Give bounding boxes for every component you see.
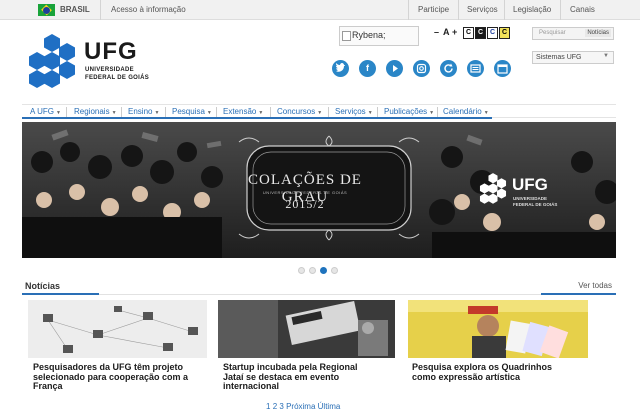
carousel-dot-active[interactable] (320, 267, 327, 274)
contrast-dark-button[interactable]: C (475, 27, 486, 39)
carousel-dot[interactable] (331, 267, 338, 274)
nav-item-publicacoes[interactable]: Publicações ▼ (384, 107, 434, 116)
banner-period: 2015/2 (285, 197, 325, 211)
nav-item-calendario[interactable]: Calendário ▼ (443, 107, 489, 116)
divider (504, 0, 505, 20)
divider (216, 107, 217, 117)
brazil-flag-icon (38, 4, 55, 16)
contrast-blue-button[interactable]: C (487, 27, 498, 39)
news-image-startup[interactable] (218, 300, 395, 358)
chevron-down-icon: ▼ (483, 110, 489, 116)
nav-item-ensino[interactable]: Ensino ▼ (128, 107, 159, 116)
refresh-icon[interactable] (440, 60, 457, 77)
search-placeholder: Pesquisar (539, 30, 566, 36)
instagram-icon[interactable] (413, 60, 430, 77)
divider (560, 0, 561, 20)
nav-item-extensao[interactable]: Extensão ▼ (223, 107, 263, 116)
systems-select[interactable]: Sistemas UFG ▼ (532, 51, 614, 64)
divider (408, 0, 409, 20)
canais-link[interactable]: Canais (570, 5, 595, 14)
chevron-down-icon: ▼ (258, 110, 264, 116)
pager-next[interactable]: Próxima (286, 402, 315, 411)
search-input[interactable]: Pesquisar Notícias (532, 27, 614, 40)
news-heading: Notícias (25, 281, 61, 291)
access-info-link[interactable]: Acesso à informação (111, 5, 186, 14)
divider (458, 0, 459, 20)
divider (165, 107, 166, 117)
pager-page-3[interactable]: 3 (279, 402, 283, 411)
brasil-link[interactable]: BRASIL (60, 5, 90, 14)
nav-underline (22, 117, 492, 119)
main-nav: A UFG ▼ Regionais ▼ Ensino ▼ Pesquisa ▼ Exte… (22, 104, 616, 119)
ufg-logo-icon[interactable] (22, 32, 82, 92)
legislacao-link[interactable]: Legislação (513, 5, 551, 14)
banner-logo-subtitle: FEDERAL DE GOIÁS (513, 202, 558, 207)
news-card-title[interactable]: Pesquisa explora os Quadrinhos como expr… (412, 362, 552, 382)
carousel-dot[interactable] (309, 267, 316, 274)
gov-bar: BRASIL Acesso à informação Participe Ser… (0, 0, 640, 20)
logo-title[interactable]: UFG (84, 38, 138, 66)
rybena-image[interactable]: Rybena; (339, 26, 419, 46)
chevron-down-icon: ▼ (206, 110, 212, 116)
see-all-link[interactable]: Ver todas (578, 281, 612, 290)
news-image-comics[interactable] (408, 300, 588, 358)
news-card-title[interactable]: Startup incubada pela Regional Jataí se … (223, 362, 358, 392)
news-icon[interactable] (467, 60, 484, 77)
nav-item-regionais[interactable]: Regionais ▼ (74, 107, 117, 116)
font-decrease-button[interactable]: – (434, 27, 439, 39)
contrast-yellow-button[interactable]: C (499, 27, 510, 39)
divider (66, 107, 67, 117)
participe-link[interactable]: Participe (418, 5, 449, 14)
pager-last[interactable]: Última (318, 402, 341, 411)
font-increase-button[interactable]: + (452, 27, 457, 39)
facebook-icon[interactable]: f (359, 60, 376, 77)
pager-page-1[interactable]: 1 (266, 402, 270, 411)
logo-subtitle: FEDERAL DE GOIÁS (85, 75, 150, 81)
see-all-underline (541, 293, 616, 295)
chevron-down-icon: ▼ (56, 110, 61, 116)
logo-subtitle: UNIVERSIDADE (85, 67, 134, 73)
nav-item-servicos[interactable]: Serviços ▼ (335, 107, 373, 116)
banner-logo-text: UFG (512, 175, 548, 194)
news-pager: 1 2 3 Próxima Última (266, 402, 340, 411)
divider (328, 107, 329, 117)
servicos-link[interactable]: Serviços (467, 5, 498, 14)
heading-underline (22, 293, 99, 295)
nav-item-concursos[interactable]: Concursos ▼ (277, 107, 322, 116)
ufg-logo-white-icon (479, 173, 507, 204)
chevron-down-icon: ▼ (429, 110, 435, 116)
nav-item-a-ufg[interactable]: A UFG ▼ (30, 107, 61, 116)
youtube-icon[interactable] (386, 60, 403, 77)
chevron-down-icon: ▼ (317, 110, 323, 116)
pager-page-2[interactable]: 2 (273, 402, 277, 411)
chevron-down-icon: ▼ (111, 110, 117, 116)
calendar-icon[interactable] (494, 60, 511, 77)
font-reset-button[interactable]: A (443, 27, 450, 39)
contrast-default-button[interactable]: C (463, 27, 474, 39)
banner-logo-subtitle: UNIVERSIDADE (513, 196, 548, 201)
twitter-icon[interactable] (332, 60, 349, 77)
chevron-down-icon: ▼ (367, 110, 373, 116)
search-scope-select[interactable]: Notícias (585, 29, 611, 37)
chevron-down-icon: ▼ (154, 110, 160, 116)
banner-subtitle: UNIVERSIDADE FEDERAL DE GOIÁS (262, 190, 348, 195)
chevron-down-icon: ▼ (603, 53, 609, 59)
divider (270, 107, 271, 117)
nav-item-pesquisa[interactable]: Pesquisa ▼ (172, 107, 212, 116)
news-header: Notícias Ver todas (22, 279, 616, 295)
divider (100, 0, 101, 20)
divider (377, 107, 378, 117)
divider (437, 107, 438, 117)
news-image-network[interactable] (28, 300, 207, 358)
news-card-title[interactable]: Pesquisadores da UFG têm projeto selecio… (33, 362, 188, 392)
divider (121, 107, 122, 117)
carousel-dot[interactable] (298, 267, 305, 274)
systems-label: Sistemas UFG (536, 54, 582, 61)
